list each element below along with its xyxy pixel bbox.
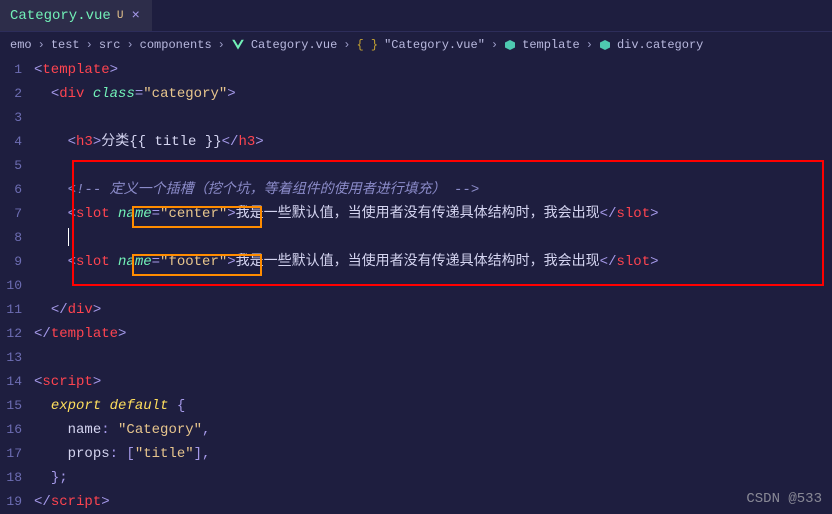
code-line: name: "Category", bbox=[34, 418, 832, 442]
vue-icon bbox=[231, 38, 245, 52]
code-line: props: ["title"], bbox=[34, 442, 832, 466]
chevron-right-icon: › bbox=[86, 38, 93, 52]
code-line: <slot name="footer">我是一些默认值，当使用者没有传递具体结构… bbox=[34, 250, 832, 274]
cube-icon bbox=[599, 39, 611, 51]
code-line: export default { bbox=[34, 394, 832, 418]
code-line bbox=[34, 274, 832, 298]
code-line bbox=[34, 106, 832, 130]
code-line: </script> bbox=[34, 490, 832, 514]
code-line: }; bbox=[34, 466, 832, 490]
breadcrumb-item[interactable]: Category.vue bbox=[251, 38, 337, 52]
tab-bar: Category.vue U × bbox=[0, 0, 832, 32]
text-cursor bbox=[68, 228, 69, 246]
breadcrumb-item[interactable]: template bbox=[522, 38, 580, 52]
breadcrumb-item[interactable]: "Category.vue" bbox=[384, 38, 485, 52]
breadcrumb[interactable]: emo › test › src › components › Category… bbox=[0, 32, 832, 58]
chevron-right-icon: › bbox=[586, 38, 593, 52]
code-line: <template> bbox=[34, 58, 832, 82]
tab-filename: Category.vue bbox=[10, 8, 111, 24]
breadcrumb-item[interactable]: components bbox=[140, 38, 212, 52]
chevron-right-icon: › bbox=[38, 38, 45, 52]
code-line: <div class="category"> bbox=[34, 82, 832, 106]
braces-icon: { } bbox=[356, 38, 378, 52]
code-line: <script> bbox=[34, 370, 832, 394]
code-line: </div> bbox=[34, 298, 832, 322]
breadcrumb-item[interactable]: div.category bbox=[617, 38, 703, 52]
file-tab[interactable]: Category.vue U × bbox=[0, 0, 152, 31]
chevron-right-icon: › bbox=[343, 38, 350, 52]
code-area[interactable]: <template> <div class="category"> <h3>分类… bbox=[34, 58, 832, 514]
close-icon[interactable]: × bbox=[129, 8, 141, 24]
line-number-gutter: 12345678910111213141516171819 bbox=[0, 58, 34, 514]
code-line: <h3>分类{{ title }}</h3> bbox=[34, 130, 832, 154]
breadcrumb-item[interactable]: src bbox=[99, 38, 121, 52]
code-line bbox=[34, 226, 832, 250]
chevron-right-icon: › bbox=[218, 38, 225, 52]
code-line: <!-- 定义一个插槽（挖个坑，等着组件的使用者进行填充） --> bbox=[34, 178, 832, 202]
cube-icon bbox=[504, 39, 516, 51]
code-line: </template> bbox=[34, 322, 832, 346]
breadcrumb-item[interactable]: emo bbox=[10, 38, 32, 52]
code-line bbox=[34, 154, 832, 178]
chevron-right-icon: › bbox=[491, 38, 498, 52]
code-editor[interactable]: 12345678910111213141516171819 <template>… bbox=[0, 58, 832, 514]
breadcrumb-item[interactable]: test bbox=[51, 38, 80, 52]
tab-modified-indicator: U bbox=[117, 10, 124, 22]
chevron-right-icon: › bbox=[126, 38, 133, 52]
code-line bbox=[34, 346, 832, 370]
code-line: <slot name="center">我是一些默认值，当使用者没有传递具体结构… bbox=[34, 202, 832, 226]
watermark: CSDN @533 bbox=[746, 491, 822, 507]
